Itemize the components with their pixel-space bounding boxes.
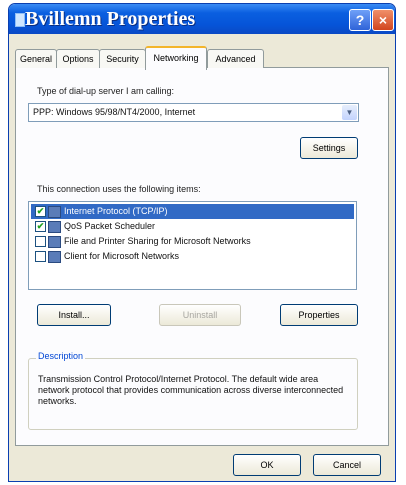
client-icon [48, 251, 61, 263]
dropdown-arrow-icon[interactable]: ▼ [342, 105, 357, 120]
list-item-label: File and Printer Sharing for Microsoft N… [64, 236, 251, 246]
protocol-icon [48, 206, 61, 218]
tab-general[interactable]: General [15, 49, 57, 68]
ok-button[interactable]: OK [233, 454, 301, 476]
list-item-label: Client for Microsoft Networks [64, 251, 180, 261]
description-text: Transmission Control Protocol/Internet P… [38, 374, 344, 406]
server-type-value: PPP: Windows 95/98/NT4/2000, Internet [33, 107, 196, 117]
list-item-label: Internet Protocol (TCP/IP) [64, 206, 168, 216]
tab-networking[interactable]: Networking [145, 46, 207, 70]
list-item-label: QoS Packet Scheduler [64, 221, 156, 231]
list-item-tcpip[interactable]: ✔ Internet Protocol (TCP/IP) [31, 204, 354, 219]
list-item-qos[interactable]: ✔ QoS Packet Scheduler [31, 219, 354, 234]
tab-advanced[interactable]: Advanced [207, 49, 264, 68]
tab-security[interactable]: Security [99, 49, 146, 68]
help-button[interactable]: ? [349, 9, 371, 31]
uninstall-button: Uninstall [159, 304, 241, 326]
service-icon [48, 236, 61, 248]
server-type-dropdown[interactable]: PPP: Windows 95/98/NT4/2000, Internet ▼ [28, 103, 359, 122]
service-icon [48, 221, 61, 233]
cancel-button[interactable]: Cancel [313, 454, 381, 476]
tab-options[interactable]: Options [56, 49, 100, 68]
list-item-file-printer-sharing[interactable]: File and Printer Sharing for Microsoft N… [31, 234, 354, 249]
settings-button[interactable]: Settings [300, 137, 358, 159]
items-label: This connection uses the following items… [37, 184, 201, 194]
close-button[interactable]: × [372, 9, 394, 31]
checkbox-file-printer-sharing[interactable] [35, 236, 46, 247]
title-bar[interactable]: Bvillemn Properties ? × [9, 4, 395, 34]
checkbox-tcpip[interactable]: ✔ [35, 206, 46, 217]
properties-button[interactable]: Properties [280, 304, 358, 326]
server-type-label: Type of dial-up server I am calling: [37, 86, 175, 96]
checkbox-client[interactable] [35, 251, 46, 262]
checkbox-qos[interactable]: ✔ [35, 221, 46, 232]
install-button[interactable]: Install... [37, 304, 111, 326]
connection-icon [15, 13, 25, 27]
window-title: Bvillemn Properties [25, 8, 196, 30]
list-item-client[interactable]: Client for Microsoft Networks [31, 249, 354, 264]
components-list[interactable]: ✔ Internet Protocol (TCP/IP) ✔ QoS Packe… [28, 201, 357, 290]
description-label: Description [36, 351, 86, 361]
